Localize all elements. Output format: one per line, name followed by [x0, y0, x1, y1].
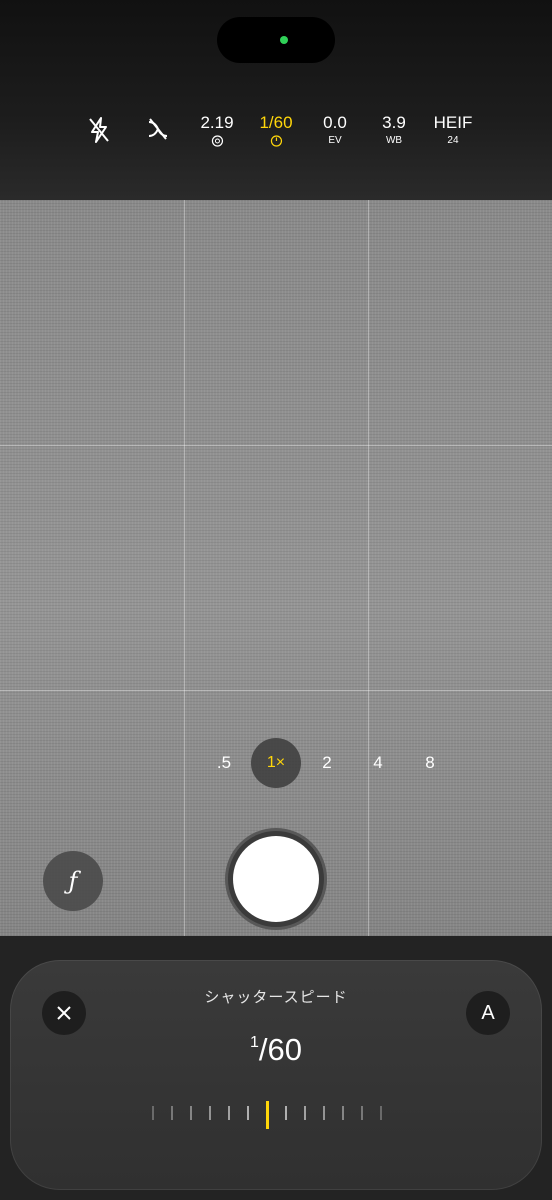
- timer-icon: [259, 135, 292, 151]
- dial-tick: [152, 1106, 154, 1120]
- format-value: HEIF: [433, 113, 473, 132]
- shutter-speed-dial[interactable]: [140, 1101, 400, 1129]
- zoom-option-0.5[interactable]: .5: [199, 738, 249, 788]
- ev-label: EV: [328, 135, 342, 146]
- dial-tick: [380, 1106, 382, 1120]
- zoom-option-4[interactable]: 4: [353, 738, 403, 788]
- dial-tick: [361, 1106, 363, 1120]
- shutter-button-inner: [233, 836, 319, 922]
- close-icon: [57, 1006, 71, 1020]
- dial-tick: [190, 1106, 192, 1120]
- grid-line-vertical-1: [184, 200, 185, 936]
- grid-line-vertical-2: [368, 200, 369, 936]
- dial-tick: [342, 1106, 344, 1120]
- shutter-button[interactable]: [225, 828, 327, 930]
- wb-label: WB: [385, 135, 403, 146]
- shutter-numerator: 1: [249, 1033, 259, 1051]
- shutter-speed-control[interactable]: 1/60: [259, 112, 293, 152]
- format-control[interactable]: HEIF 24: [434, 112, 473, 152]
- zoom-option-2[interactable]: 2: [302, 738, 352, 788]
- live-photo-button[interactable]: [145, 116, 171, 147]
- dial-tick: [285, 1106, 287, 1120]
- ev-value: 0.0: [323, 113, 347, 132]
- zoom-option-8[interactable]: 8: [405, 738, 455, 788]
- zoom-option-1x[interactable]: 1×: [251, 738, 301, 788]
- grid-line-horizontal-1: [0, 445, 552, 446]
- dial-tick: [171, 1106, 173, 1120]
- top-control-bar: 2.19 1/60 0.0 EV 3.9 WB HEIF 24: [0, 0, 552, 200]
- exposure-control[interactable]: 0.0 EV: [323, 112, 347, 152]
- dial-tick: [247, 1106, 249, 1120]
- shutter-speed-value: 1/60: [259, 113, 293, 132]
- dial-tick: [228, 1106, 230, 1120]
- aperture-icon: [200, 135, 233, 151]
- aperture-f-button[interactable]: ƒ: [43, 851, 103, 911]
- dial-tick: [209, 1106, 211, 1120]
- panel-title: シャッタースピード: [204, 989, 348, 1006]
- camera-in-use-indicator: [280, 36, 288, 44]
- dial-tick: [304, 1106, 306, 1120]
- camera-viewfinder[interactable]: [0, 200, 552, 936]
- shutter-speed-panel: シャッタースピード A 1/60: [10, 960, 542, 1190]
- dynamic-island: [217, 17, 335, 63]
- auto-button[interactable]: A: [466, 991, 510, 1035]
- aperture-control[interactable]: 2.19: [200, 112, 234, 152]
- live-off-icon: [148, 118, 168, 140]
- flash-button[interactable]: [87, 116, 111, 149]
- format-resolution: 24: [447, 135, 459, 146]
- flash-off-icon: [89, 117, 109, 143]
- aperture-value: 2.19: [200, 113, 234, 132]
- white-balance-control[interactable]: 3.9 WB: [382, 112, 406, 152]
- wb-value: 3.9: [382, 113, 406, 132]
- shutter-denominator: /60: [258, 1032, 302, 1067]
- dial-tick-selected: [266, 1101, 269, 1129]
- dial-tick: [323, 1106, 325, 1120]
- grid-line-horizontal-2: [0, 690, 552, 691]
- shutter-speed-readout: 1/60: [10, 1032, 542, 1068]
